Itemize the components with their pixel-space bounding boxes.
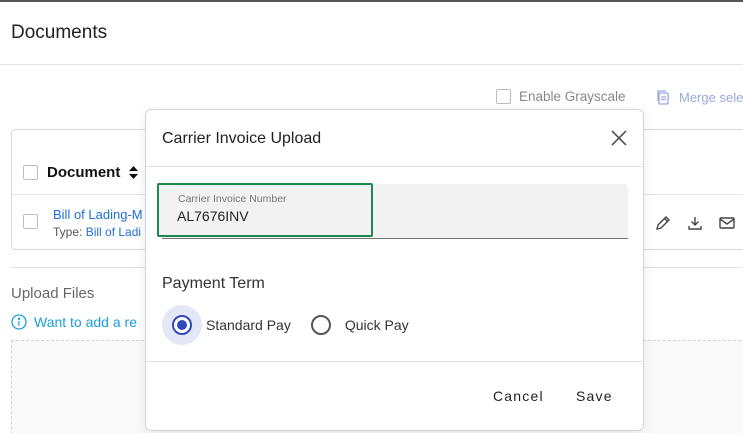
info-icon (11, 314, 27, 330)
document-column-header[interactable]: Document (23, 164, 139, 181)
payment-term-options: Standard Pay Quick Pay (162, 305, 409, 345)
standard-pay-radio[interactable] (172, 315, 192, 335)
merge-label: Merge sele (679, 89, 743, 105)
field-label: Carrier Invoice Number (178, 193, 287, 205)
enable-grayscale-toggle[interactable]: Enable Grayscale (496, 89, 626, 104)
save-button[interactable]: Save (576, 388, 613, 404)
document-link[interactable]: Bill of Lading-M (53, 207, 143, 222)
standard-pay-radio-halo[interactable] (162, 305, 202, 345)
header-divider (0, 64, 743, 65)
document-type: Type: Bill of Ladi (53, 225, 141, 239)
carrier-invoice-number-input[interactable] (177, 208, 367, 224)
standard-pay-label[interactable]: Standard Pay (206, 317, 291, 333)
document-header-label: Document (47, 164, 121, 181)
dialog-title: Carrier Invoice Upload (162, 130, 322, 147)
merge-icon (657, 90, 669, 105)
email-icon[interactable] (718, 214, 736, 232)
page-title: Documents (11, 22, 108, 43)
row-checkbox[interactable] (23, 214, 38, 229)
payment-term-label: Payment Term (162, 275, 265, 292)
dialog-footer-divider (146, 361, 643, 362)
type-link[interactable]: Bill of Ladi (86, 225, 141, 239)
row-actions (654, 214, 736, 232)
download-icon[interactable] (686, 214, 704, 232)
upload-files-title: Upload Files (11, 285, 95, 302)
close-icon[interactable] (608, 127, 630, 149)
carrier-invoice-dialog: Carrier Invoice Upload Carrier Invoice N… (145, 109, 644, 431)
quick-pay-radio[interactable] (310, 315, 331, 335)
sort-icon[interactable] (129, 166, 139, 179)
upload-info-text: Want to add a re (34, 314, 137, 330)
grayscale-label: Enable Grayscale (519, 89, 626, 104)
quick-pay-label[interactable]: Quick Pay (345, 317, 409, 333)
type-prefix: Type: (53, 225, 83, 239)
edit-icon[interactable] (654, 214, 672, 232)
merge-selected-button[interactable]: Merge sele (655, 89, 743, 105)
cancel-button[interactable]: Cancel (493, 388, 544, 404)
select-all-checkbox[interactable] (23, 165, 38, 180)
dialog-header-divider (146, 166, 643, 167)
radio-dot (177, 320, 187, 330)
upload-info[interactable]: Want to add a re (11, 314, 137, 330)
grayscale-checkbox[interactable] (496, 89, 511, 104)
top-edge-line (0, 0, 743, 2)
carrier-invoice-number-field[interactable]: Carrier Invoice Number (157, 183, 628, 239)
